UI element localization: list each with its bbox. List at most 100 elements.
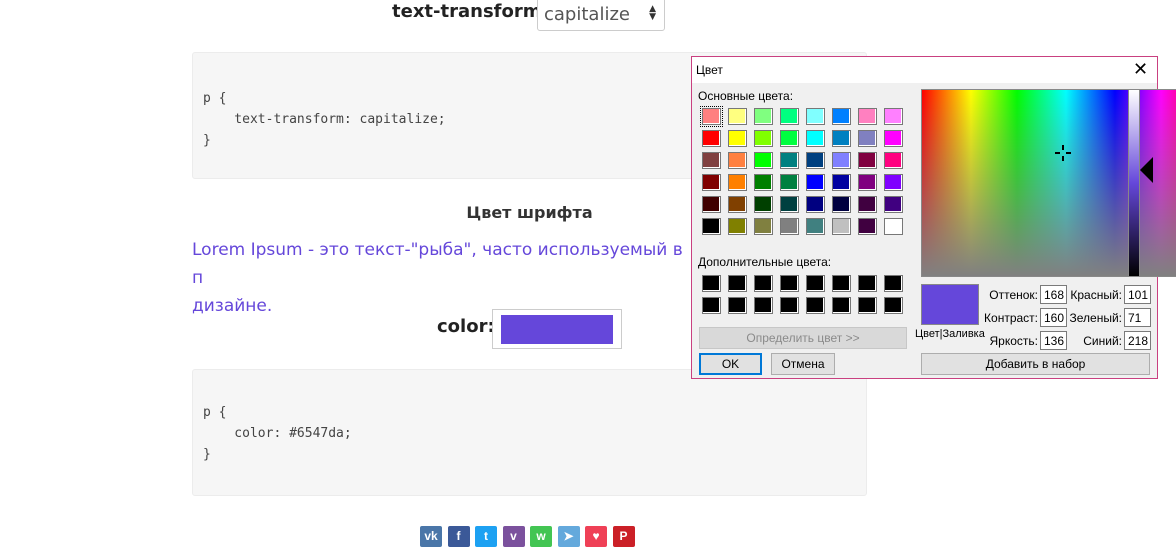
color-swatch[interactable] xyxy=(702,196,721,213)
cancel-button[interactable]: Отмена xyxy=(771,353,835,375)
color-swatch[interactable] xyxy=(728,196,747,213)
color-swatch xyxy=(501,315,613,344)
twitter-share-icon[interactable]: t xyxy=(475,526,497,547)
green-input[interactable]: 71 xyxy=(1124,308,1151,327)
color-swatch[interactable] xyxy=(832,108,851,125)
color-swatch[interactable] xyxy=(832,130,851,147)
close-icon[interactable]: ✕ xyxy=(1133,59,1148,80)
color-swatch[interactable] xyxy=(858,275,877,292)
saturation-label: Контраст: xyxy=(984,311,1038,325)
color-swatch[interactable] xyxy=(700,106,723,127)
color-swatch[interactable] xyxy=(728,152,747,169)
color-swatch[interactable] xyxy=(780,196,799,213)
color-swatch[interactable] xyxy=(884,297,903,314)
color-swatch[interactable] xyxy=(754,108,773,125)
color-swatch[interactable] xyxy=(806,218,825,235)
pocket-share-icon[interactable]: ♥ xyxy=(585,526,607,547)
color-swatch[interactable] xyxy=(728,275,747,292)
luminosity-label: Яркость: xyxy=(989,334,1038,348)
color-swatch[interactable] xyxy=(754,297,773,314)
luminosity-slider[interactable] xyxy=(1128,89,1140,277)
red-input[interactable]: 101 xyxy=(1124,285,1151,304)
color-swatch[interactable] xyxy=(754,130,773,147)
color-swatch[interactable] xyxy=(702,174,721,191)
color-swatch[interactable] xyxy=(780,152,799,169)
color-swatch[interactable] xyxy=(806,275,825,292)
color-swatch[interactable] xyxy=(832,218,851,235)
luminosity-input[interactable]: 136 xyxy=(1040,331,1067,350)
color-swatch[interactable] xyxy=(806,130,825,147)
color-swatch[interactable] xyxy=(780,108,799,125)
color-swatch[interactable] xyxy=(702,297,721,314)
hue-input[interactable]: 168 xyxy=(1040,285,1067,304)
crosshair-icon[interactable] xyxy=(1053,143,1073,163)
code-block-color: p { color: #6547da; } xyxy=(192,369,867,496)
vk-share-icon[interactable]: vk xyxy=(420,526,442,547)
color-swatch[interactable] xyxy=(702,152,721,169)
color-swatch[interactable] xyxy=(780,218,799,235)
color-swatch[interactable] xyxy=(884,130,903,147)
color-swatch[interactable] xyxy=(832,174,851,191)
color-swatch[interactable] xyxy=(858,196,877,213)
color-swatch[interactable] xyxy=(702,130,721,147)
color-swatch[interactable] xyxy=(780,174,799,191)
color-swatch[interactable] xyxy=(832,152,851,169)
color-swatch[interactable] xyxy=(728,108,747,125)
color-swatch[interactable] xyxy=(728,218,747,235)
telegram-share-icon[interactable]: ➤ xyxy=(557,526,580,547)
saturation-input[interactable]: 160 xyxy=(1040,308,1067,327)
text-transform-select[interactable]: capitalize ▲ ▼ xyxy=(537,0,665,31)
whatsapp-share-icon[interactable]: w xyxy=(530,526,552,547)
color-swatch[interactable] xyxy=(806,174,825,191)
color-swatch[interactable] xyxy=(728,174,747,191)
color-swatch[interactable] xyxy=(858,108,877,125)
add-to-custom-colors-button[interactable]: Добавить в набор xyxy=(921,353,1150,375)
color-fill-label: Цвет|Заливка xyxy=(915,328,985,340)
color-swatch[interactable] xyxy=(728,297,747,314)
color-swatch[interactable] xyxy=(858,152,877,169)
text-transform-label: text-transform: xyxy=(392,1,549,22)
color-swatch[interactable] xyxy=(728,130,747,147)
color-input[interactable] xyxy=(492,309,622,349)
color-swatch[interactable] xyxy=(754,152,773,169)
code-line: color: #6547da; xyxy=(203,426,352,441)
color-swatch[interactable] xyxy=(858,218,877,235)
color-swatch[interactable] xyxy=(754,174,773,191)
color-swatch[interactable] xyxy=(780,130,799,147)
color-swatch[interactable] xyxy=(754,218,773,235)
hue-label: Оттенок: xyxy=(989,288,1038,302)
luminosity-pointer-icon[interactable] xyxy=(1140,157,1153,183)
color-swatch[interactable] xyxy=(832,275,851,292)
color-swatch[interactable] xyxy=(884,275,903,292)
facebook-share-icon[interactable]: f xyxy=(447,526,470,547)
color-swatch[interactable] xyxy=(702,218,721,235)
color-swatch[interactable] xyxy=(858,130,877,147)
color-swatch[interactable] xyxy=(884,152,903,169)
color-swatch[interactable] xyxy=(858,174,877,191)
color-swatch[interactable] xyxy=(806,108,825,125)
color-preview xyxy=(921,284,979,325)
color-swatch[interactable] xyxy=(780,275,799,292)
color-swatch[interactable] xyxy=(832,196,851,213)
blue-input[interactable]: 218 xyxy=(1124,331,1151,350)
pinterest-share-icon[interactable]: P xyxy=(612,526,635,547)
define-custom-color-button[interactable]: Определить цвет >> xyxy=(699,327,907,349)
color-swatch[interactable] xyxy=(884,196,903,213)
color-swatch[interactable] xyxy=(754,275,773,292)
color-swatch[interactable] xyxy=(780,297,799,314)
color-swatch[interactable] xyxy=(884,108,903,125)
color-swatch[interactable] xyxy=(806,152,825,169)
color-swatch[interactable] xyxy=(884,174,903,191)
code-line: } xyxy=(203,447,211,462)
color-swatch[interactable] xyxy=(832,297,851,314)
red-label: Красный: xyxy=(1070,288,1122,302)
color-swatch[interactable] xyxy=(806,196,825,213)
ok-button[interactable]: OK xyxy=(699,353,762,375)
viber-share-icon[interactable]: v xyxy=(502,526,525,547)
lorem-line-1: Lorem Ipsum - это текст-"рыба", часто ис… xyxy=(192,240,683,288)
color-swatch[interactable] xyxy=(806,297,825,314)
color-swatch[interactable] xyxy=(884,218,903,235)
color-swatch[interactable] xyxy=(754,196,773,213)
color-swatch[interactable] xyxy=(702,275,721,292)
color-swatch[interactable] xyxy=(858,297,877,314)
